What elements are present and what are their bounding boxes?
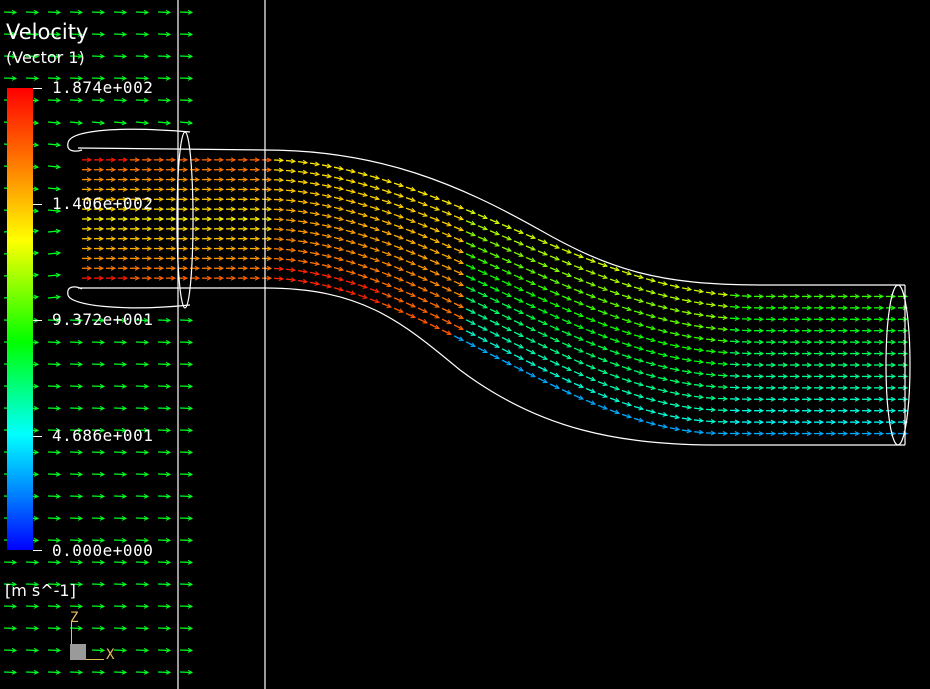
legend-tick-mark bbox=[33, 88, 42, 89]
viewport-background bbox=[0, 0, 930, 689]
legend-tick-label: 9.372e+001 bbox=[52, 310, 154, 329]
legend-tick-label: 4.686e+001 bbox=[52, 426, 154, 445]
legend-tick-label: 1.874e+002 bbox=[52, 78, 154, 97]
legend-tick-mark bbox=[33, 550, 42, 551]
x-axis-line bbox=[86, 659, 104, 660]
legend-colorbar bbox=[7, 88, 33, 550]
x-axis-label: X bbox=[106, 647, 115, 663]
legend-subtitle: (Vector 1) bbox=[6, 48, 85, 67]
cfd-viewport[interactable] bbox=[0, 0, 930, 689]
axis-origin-box bbox=[70, 644, 86, 660]
legend-units: [m s^-1] bbox=[5, 581, 76, 600]
legend-tick-mark bbox=[33, 204, 42, 205]
legend-tick-mark bbox=[33, 436, 42, 437]
legend-tick-label: 1.406e+002 bbox=[52, 194, 154, 213]
axis-triad[interactable]: Z X bbox=[66, 610, 126, 664]
legend-tick-label: 0.000e+000 bbox=[52, 541, 154, 560]
legend-title: Velocity bbox=[6, 20, 89, 44]
legend-tick-mark bbox=[33, 320, 42, 321]
z-axis-label: Z bbox=[70, 610, 79, 626]
